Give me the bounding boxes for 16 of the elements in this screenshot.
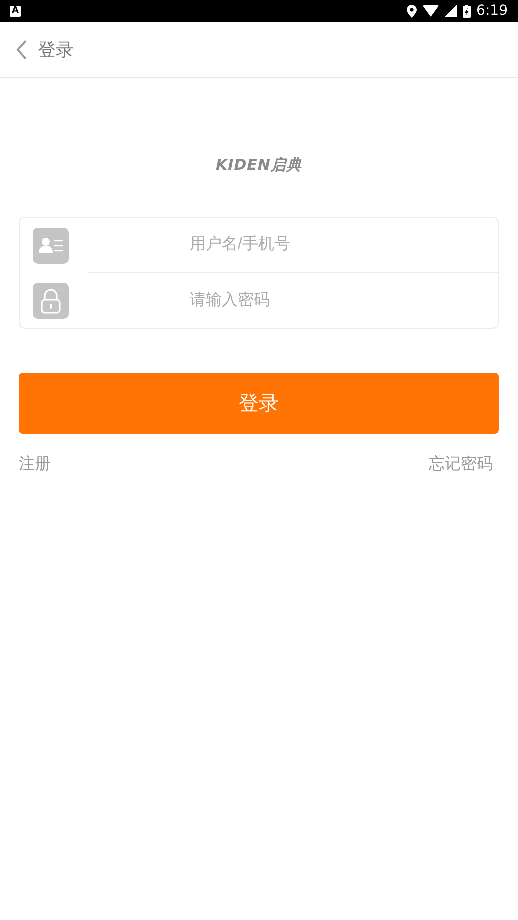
register-link[interactable]: 注册 (19, 454, 51, 475)
page-title: 登录 (38, 38, 74, 62)
brand-logo: KIDEN启典 (216, 156, 302, 175)
padlock-icon (33, 282, 69, 318)
notification-icon: A (10, 6, 21, 16)
login-button[interactable]: 登录 (19, 373, 499, 434)
signal-icon (444, 5, 457, 17)
password-field[interactable]: 请输入密码 (88, 273, 499, 329)
status-time: 6:19 (476, 3, 508, 19)
location-icon (406, 4, 417, 18)
contact-card-icon (33, 228, 69, 264)
battery-icon (462, 4, 471, 18)
forgot-password-link[interactable]: 忘记密码 (429, 454, 493, 475)
wifi-icon (422, 5, 439, 17)
back-icon[interactable] (16, 40, 28, 60)
username-field[interactable]: 用户名/手机号 (88, 217, 499, 273)
